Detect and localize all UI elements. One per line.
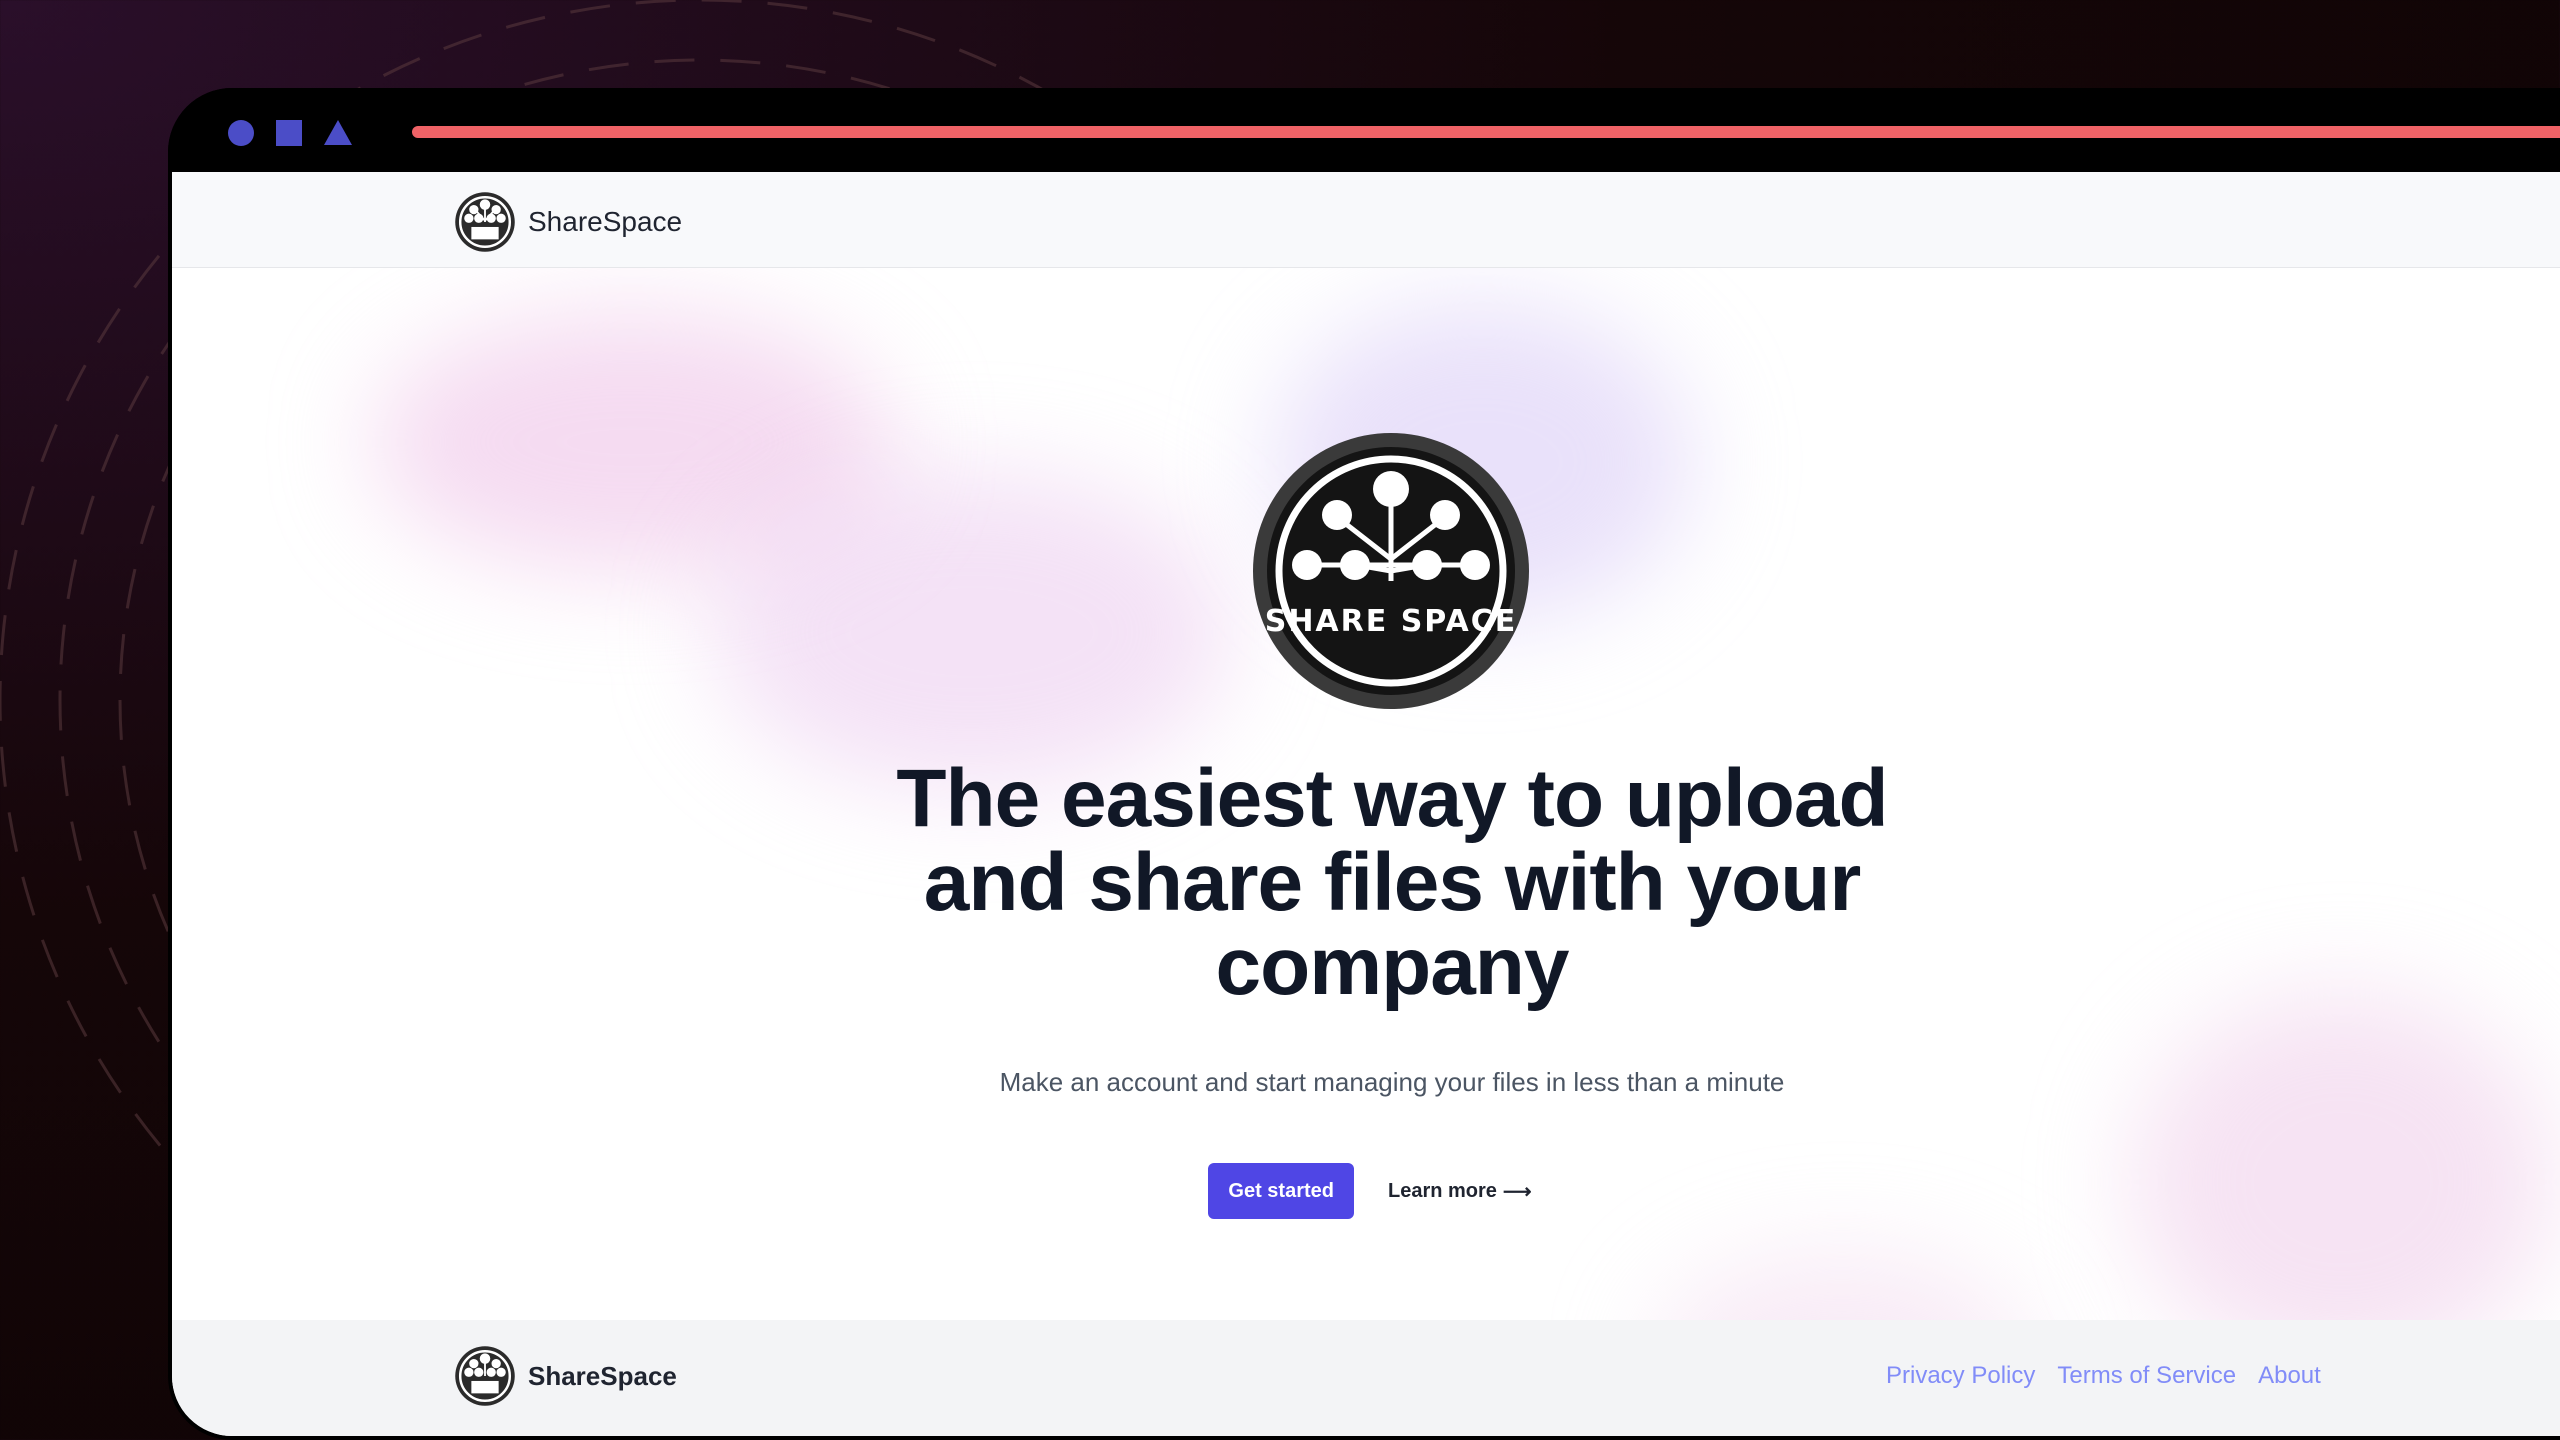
loading-progress-bar <box>412 126 2560 138</box>
browser-frame: ShareSpace SHARE SPACE The easiest way t… <box>168 88 2560 1440</box>
cta-row: Get started Learn more ⟶ <box>172 1163 2560 1219</box>
navbar-brand[interactable]: ShareSpace <box>454 192 682 252</box>
footer-links: Privacy Policy Terms of Service About <box>1886 1362 2321 1390</box>
window-chrome <box>168 88 2560 172</box>
top-navbar: ShareSpace <box>172 172 2560 268</box>
sharespace-logo-icon <box>455 192 515 252</box>
hero-section: SHARE SPACE The easiest way to upload an… <box>172 267 2560 1320</box>
circle-icon[interactable] <box>228 120 254 146</box>
sharespace-logo-icon: SHARE SPACE <box>1253 433 1529 709</box>
learn-more-label: Learn more <box>1387 1179 1497 1202</box>
footer-brand[interactable]: ShareSpace <box>454 1346 677 1406</box>
arrow-right-icon: ⟶ <box>1502 1180 1532 1203</box>
triangle-icon[interactable] <box>324 120 352 145</box>
brand-name: ShareSpace <box>528 206 683 237</box>
hero-subline: Make an account and start managing your … <box>999 1067 1785 1097</box>
page-viewport: ShareSpace SHARE SPACE The easiest way t… <box>172 172 2560 1436</box>
logo-lettering: SHARE SPACE <box>1265 604 1518 639</box>
footer-brand-name: ShareSpace <box>528 1360 677 1391</box>
privacy-policy-link[interactable]: Privacy Policy <box>1886 1362 2035 1390</box>
learn-more-link[interactable]: Learn more ⟶ <box>1388 1179 1532 1204</box>
get-started-button[interactable]: Get started <box>1208 1163 1354 1219</box>
page-footer: ShareSpace Privacy Policy Terms of Servi… <box>172 1320 2560 1436</box>
square-icon[interactable] <box>276 120 302 146</box>
about-link[interactable]: About <box>2258 1362 2321 1390</box>
terms-of-service-link[interactable]: Terms of Service <box>2057 1362 2236 1390</box>
hero-headline: The easiest way to upload and share file… <box>896 753 1888 1012</box>
sharespace-logo-icon <box>455 1346 515 1406</box>
